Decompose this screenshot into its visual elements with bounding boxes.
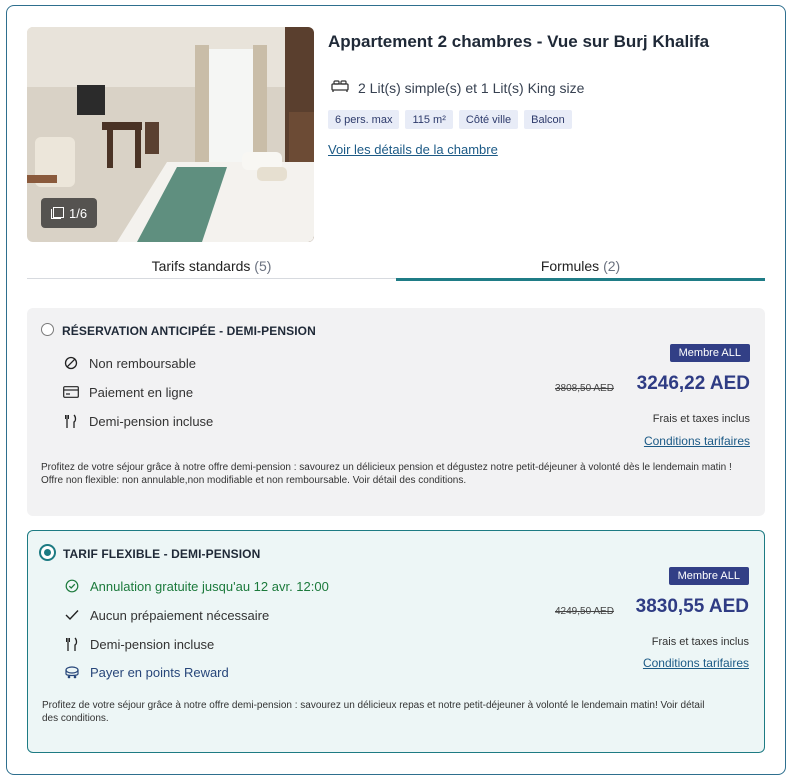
bed-info: 2 Lit(s) simple(s) et 1 Lit(s) King size xyxy=(331,79,584,96)
feature-half-board: Demi-pension incluse xyxy=(63,413,213,429)
active-tab-indicator xyxy=(396,278,765,281)
price: 3830,55 AED xyxy=(635,596,749,617)
feature-label: Annulation gratuite jusqu'au 12 avr. 12:… xyxy=(90,578,329,594)
offer-early-booking[interactable]: RÉSERVATION ANTICIPÉE - DEMI-PENSION Non… xyxy=(27,308,765,516)
conditions-link[interactable]: Conditions tarifaires xyxy=(644,434,750,448)
tag-balcony: Balcon xyxy=(524,110,572,129)
tax-note: Frais et taxes inclus xyxy=(651,636,749,648)
feature-label: Non remboursable xyxy=(89,355,196,371)
reward-points-icon xyxy=(64,664,80,680)
conditions-link[interactable]: Conditions tarifaires xyxy=(643,656,749,670)
feature-free-cancellation: Annulation gratuite jusqu'au 12 avr. 12:… xyxy=(64,578,329,594)
feature-online-payment: Paiement en ligne xyxy=(63,384,193,400)
tab-formulas-label: Formules xyxy=(540,258,600,274)
bed-icon xyxy=(331,79,349,96)
tab-standard-rates[interactable]: Tarifs standards (5) xyxy=(27,252,396,284)
tax-note: Frais et taxes inclus xyxy=(652,413,750,425)
room-details-link[interactable]: Voir les détails de la chambre xyxy=(328,142,498,157)
tag-surface: 115 m² xyxy=(405,110,453,129)
photo-counter-label: 1/6 xyxy=(69,205,88,221)
tab-formulas-count: (2) xyxy=(603,258,621,274)
feature-half-board: Demi-pension incluse xyxy=(64,636,214,652)
feature-label: Payer en points Reward xyxy=(90,664,229,680)
feature-reward-points: Payer en points Reward xyxy=(64,664,229,680)
price: 3246,22 AED xyxy=(636,373,750,394)
room-title: Appartement 2 chambres - Vue sur Burj Kh… xyxy=(328,32,710,51)
member-badge: Membre ALL xyxy=(668,567,749,585)
offer-radio-selected[interactable] xyxy=(39,544,56,561)
room-card: 1/6 Appartement 2 chambres - Vue sur Bur… xyxy=(6,5,786,775)
clock-check-icon xyxy=(64,578,80,594)
tag-capacity: 6 pers. max xyxy=(328,110,400,129)
room-photo[interactable]: 1/6 xyxy=(27,27,314,242)
feature-non-refundable: Non remboursable xyxy=(63,355,196,371)
offer-description: Profitez de votre séjour grâce à notre o… xyxy=(41,462,732,486)
offer-description: Profitez de votre séjour grâce à notre o… xyxy=(42,700,705,724)
credit-card-icon xyxy=(63,384,79,400)
fork-knife-icon xyxy=(63,413,79,429)
offer-radio[interactable] xyxy=(41,323,54,336)
feature-label: Demi-pension incluse xyxy=(90,636,215,652)
member-badge: Membre ALL xyxy=(669,344,750,362)
offer-title: TARIF FLEXIBLE - DEMI-PENSION xyxy=(63,547,261,561)
old-price: 4249,50 AED xyxy=(555,606,614,617)
tag-view: Côté ville xyxy=(458,110,519,129)
feature-no-prepayment: Aucun prépaiement nécessaire xyxy=(64,607,269,623)
rate-tabs: Tarifs standards (5) Formules (2) xyxy=(27,252,765,284)
offer-title: RÉSERVATION ANTICIPÉE - DEMI-PENSION xyxy=(62,324,316,338)
old-price: 3808,50 AED xyxy=(555,383,614,394)
no-entry-icon xyxy=(63,355,79,371)
feature-label: Demi-pension incluse xyxy=(89,413,214,429)
fork-knife-icon xyxy=(64,636,80,652)
tab-standard-rates-label: Tarifs standards xyxy=(151,258,251,274)
gallery-icon xyxy=(51,207,64,219)
feature-label: Paiement en ligne xyxy=(89,384,194,400)
bed-info-label: 2 Lit(s) simple(s) et 1 Lit(s) King size xyxy=(358,79,585,96)
offer-flexible[interactable]: TARIF FLEXIBLE - DEMI-PENSION Annulation… xyxy=(27,530,765,753)
room-tags: 6 pers. max 115 m² Côté ville Balcon xyxy=(328,110,572,129)
tab-standard-rates-count: (5) xyxy=(254,258,272,274)
tab-formulas[interactable]: Formules (2) xyxy=(396,252,765,284)
photo-counter-button[interactable]: 1/6 xyxy=(41,198,98,228)
feature-label: Aucun prépaiement nécessaire xyxy=(90,607,270,623)
checkmark-icon xyxy=(64,607,80,623)
